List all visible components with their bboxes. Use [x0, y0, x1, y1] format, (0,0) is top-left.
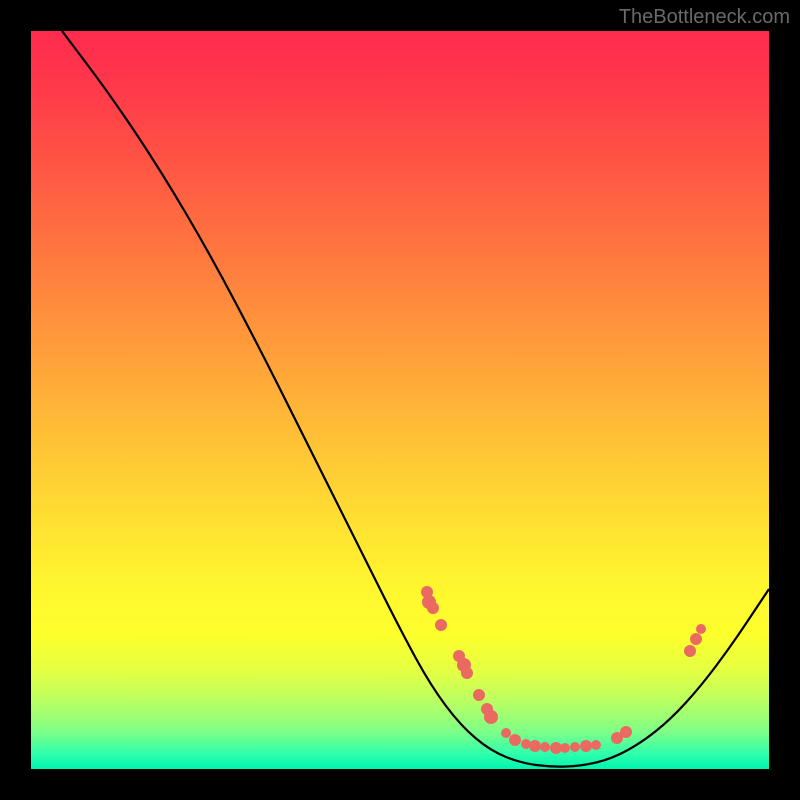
data-point [696, 624, 706, 634]
attribution-label: TheBottleneck.com [619, 6, 790, 29]
bottleneck-chart [31, 31, 769, 769]
data-point [461, 667, 473, 679]
data-point [473, 689, 485, 701]
data-point [684, 645, 696, 657]
data-point [484, 710, 498, 724]
data-point [509, 734, 521, 746]
data-point [560, 743, 570, 753]
data-point [570, 742, 580, 752]
data-point [620, 726, 632, 738]
data-point [580, 740, 592, 752]
chart-svg [31, 31, 769, 769]
data-point [591, 740, 601, 750]
data-point-markers [421, 586, 706, 754]
data-point [435, 619, 447, 631]
data-point [501, 728, 511, 738]
data-point [529, 740, 541, 752]
data-point [690, 633, 702, 645]
data-point [540, 742, 550, 752]
data-point [427, 602, 439, 614]
bottleneck-curve [62, 31, 769, 767]
